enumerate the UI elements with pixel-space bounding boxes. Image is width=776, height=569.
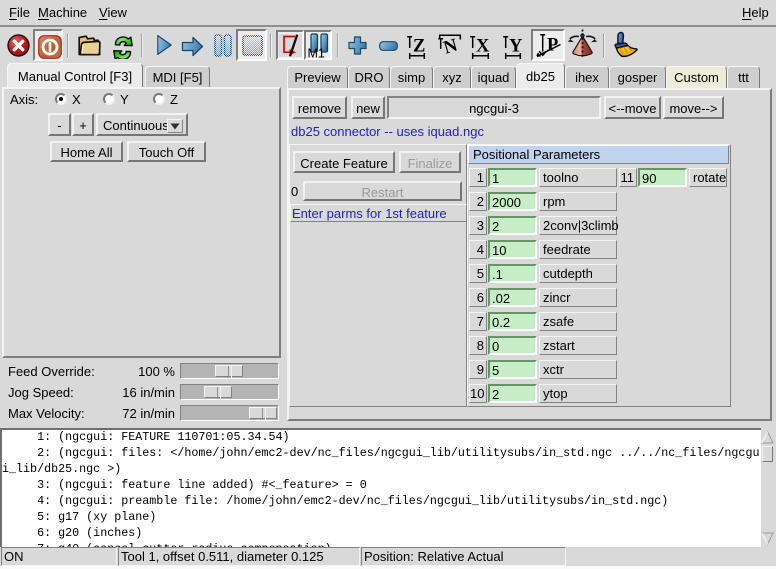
svg-text:N: N xyxy=(442,35,461,58)
svg-text:M1: M1 xyxy=(308,47,325,59)
svg-text:P: P xyxy=(547,36,558,56)
svg-text:Z: Z xyxy=(413,37,425,57)
